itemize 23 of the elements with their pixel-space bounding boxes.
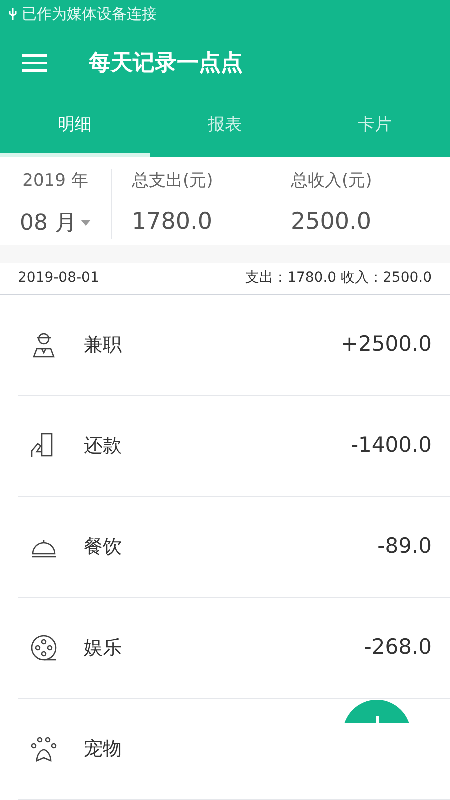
day-totals: 支出：1780.0 收入：2500.0 [246, 268, 432, 288]
category-name: 餐饮 [84, 534, 123, 560]
year-label: 2019 年 [22, 170, 88, 193]
category-name: 兼职 [84, 332, 123, 358]
category-name: 还款 [84, 434, 123, 459]
income-label: 总收入(元) [291, 170, 374, 193]
amount: -89.0 [378, 533, 432, 560]
income-total: 2500.0 [291, 208, 372, 236]
day-date: 2019-08-01 [18, 268, 100, 288]
category-name: 宠物 [84, 736, 123, 762]
status-text: 已作为媒体设备连接 [22, 4, 157, 25]
entry-row[interactable]: 餐饮 -89.0 [18, 497, 450, 598]
expense-label: 总支出(元) [132, 170, 214, 193]
amount: -268.0 [364, 634, 432, 662]
entry-row[interactable]: 兼职 +2500.0 [18, 295, 450, 396]
app-title: 每天记录一点点 [89, 50, 243, 78]
entry-row[interactable]: 还款 -1400.0 [18, 396, 450, 497]
month-dropdown[interactable]: 08 月 [20, 206, 91, 240]
expense-total: 1780.0 [132, 208, 214, 236]
amount: +2500.0 [340, 331, 432, 358]
entry-row[interactable]: 娱乐 -268.0 [18, 598, 450, 699]
category-name: 娱乐 [84, 636, 123, 661]
amount: -1400.0 [350, 432, 432, 460]
